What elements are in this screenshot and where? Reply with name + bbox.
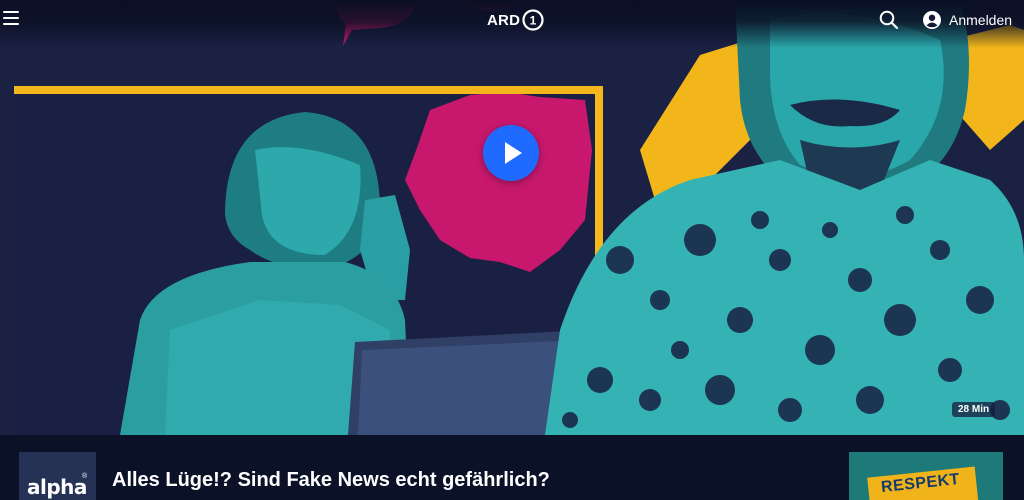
channel-logo-text: alpha <box>27 475 87 499</box>
hamburger-menu-icon[interactable] <box>2 9 20 27</box>
channel-logo-mark: ® <box>82 473 88 480</box>
channel-logo[interactable]: alpha ® <box>19 452 96 500</box>
play-icon <box>505 142 522 164</box>
user-circle-icon <box>923 11 941 29</box>
play-button[interactable] <box>483 125 539 181</box>
next-video-thumbnail[interactable]: RESPEKT <box>849 452 1003 500</box>
duration-badge: 28 Min <box>952 402 996 417</box>
video-title[interactable]: Alles Lüge!? Sind Fake News echt gefährl… <box>112 469 550 492</box>
ard-logo[interactable]: ARD 1 <box>487 7 544 33</box>
top-navigation: ARD 1 Anmelden <box>0 0 1024 40</box>
video-info-bar: alpha ® Alles Lüge!? Sind Fake News echt… <box>0 435 1024 500</box>
login-label: Anmelden <box>949 12 1013 28</box>
logo-mark: 1 <box>530 14 537 28</box>
search-icon[interactable] <box>878 9 900 31</box>
logo-text: ARD <box>487 11 521 29</box>
hero-video[interactable]: ARD 1 Anmelden 28 Min <box>0 0 1024 435</box>
logo-one-icon: 1 <box>522 9 544 31</box>
login-button[interactable]: Anmelden <box>922 9 1012 31</box>
hero-image <box>0 0 1024 435</box>
